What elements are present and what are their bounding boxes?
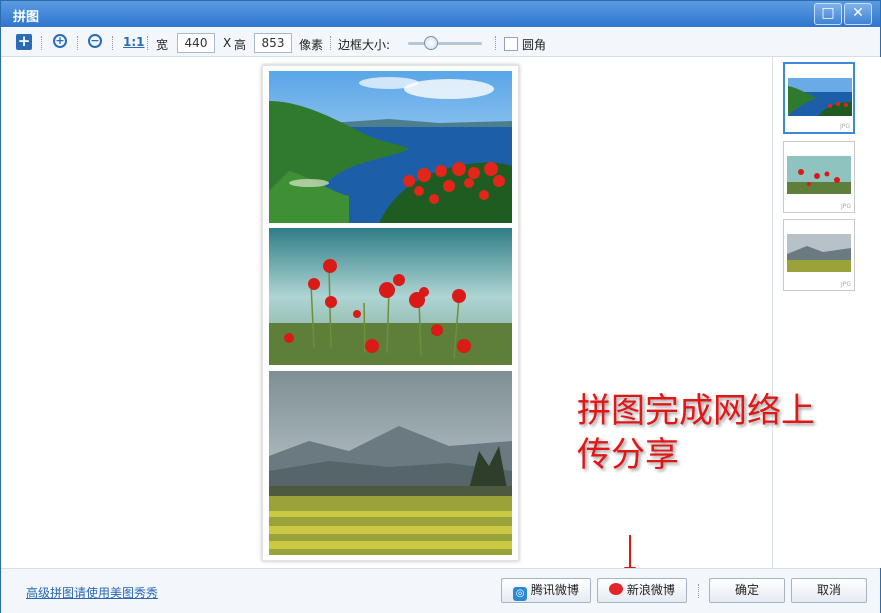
sina-weibo-button[interactable]: 新浪微博 [597,578,687,603]
file-type-label: JPG [840,203,851,210]
divider [147,36,149,50]
collage-preview[interactable] [262,65,519,561]
thumbnail-coastal-landscape[interactable]: JPG [783,62,855,134]
sina-weibo-icon [609,583,624,595]
annotation-line-1: 拼图完成网络上 [577,391,815,431]
height-input[interactable]: 853 [254,33,292,53]
unit-label: 像素 [299,38,324,52]
zoom-out-icon[interactable]: − [88,34,102,48]
slider-knob[interactable] [424,36,438,50]
cancel-button[interactable]: 取消 [791,578,867,603]
divider [77,36,79,50]
thumbnail-image [787,234,851,272]
zoom-in-icon[interactable]: + [53,34,67,48]
puzzle-window: 拼图 □ ✕ + + − 1:1 宽 440 X 高 853 像素 边框大小: … [0,0,881,613]
bottom-bar: 高级拼图请使用美图秀秀 ◎ 腾讯微博 新浪微博 确定 取消 [1,568,880,613]
border-size-slider[interactable] [408,42,482,45]
round-corner-label: 圆角 [522,38,547,52]
height-label: 高 [234,38,247,52]
round-corner-checkbox[interactable] [504,37,518,51]
tencent-weibo-icon: ◎ [513,587,528,601]
photo-coastal-landscape[interactable] [269,71,512,223]
thumbnail-red-poppies[interactable]: JPG [783,141,855,213]
tencent-weibo-label: 腾讯微博 [530,583,579,597]
window-title: 拼图 [13,10,40,25]
title-bar[interactable]: 拼图 □ ✕ [1,1,880,27]
confirm-button[interactable]: 确定 [709,578,785,603]
close-icon: ✕ [852,5,864,21]
photo-misty-mountains[interactable] [269,371,512,555]
border-size-label: 边框大小: [338,38,391,52]
x-label: X [223,36,232,50]
annotation-line-2: 传分享 [577,435,679,475]
thumbnail-panel: JPG JPG JPG [772,57,881,568]
thumbnail-misty-mountains[interactable]: JPG [783,219,855,291]
share-annotation: 拼图完成网络上 传分享 [577,389,837,477]
photo-red-poppies[interactable] [269,228,512,365]
maximize-button[interactable]: □ [814,3,842,25]
close-button[interactable]: ✕ [844,3,872,25]
add-image-icon[interactable]: + [16,34,32,50]
toolbar: + + − 1:1 宽 440 X 高 853 像素 边框大小: 圆角 [1,28,880,57]
file-type-label: JPG [840,281,851,288]
width-label: 宽 [156,38,169,52]
divider [41,36,43,50]
maximize-icon: □ [821,5,835,21]
annotation-arrow [629,535,631,569]
divider [112,36,114,50]
divider [495,36,497,50]
sina-weibo-label: 新浪微博 [626,583,675,597]
divider [698,584,700,598]
file-type-label: JPG [839,123,850,130]
advanced-puzzle-link[interactable]: 高级拼图请使用美图秀秀 [26,584,158,601]
tencent-weibo-button[interactable]: ◎ 腾讯微博 [501,578,591,603]
thumbnail-image [787,156,851,194]
actual-size-button[interactable]: 1:1 [123,35,145,49]
divider [330,36,332,50]
thumbnail-image [788,78,852,116]
width-input[interactable]: 440 [177,33,215,53]
